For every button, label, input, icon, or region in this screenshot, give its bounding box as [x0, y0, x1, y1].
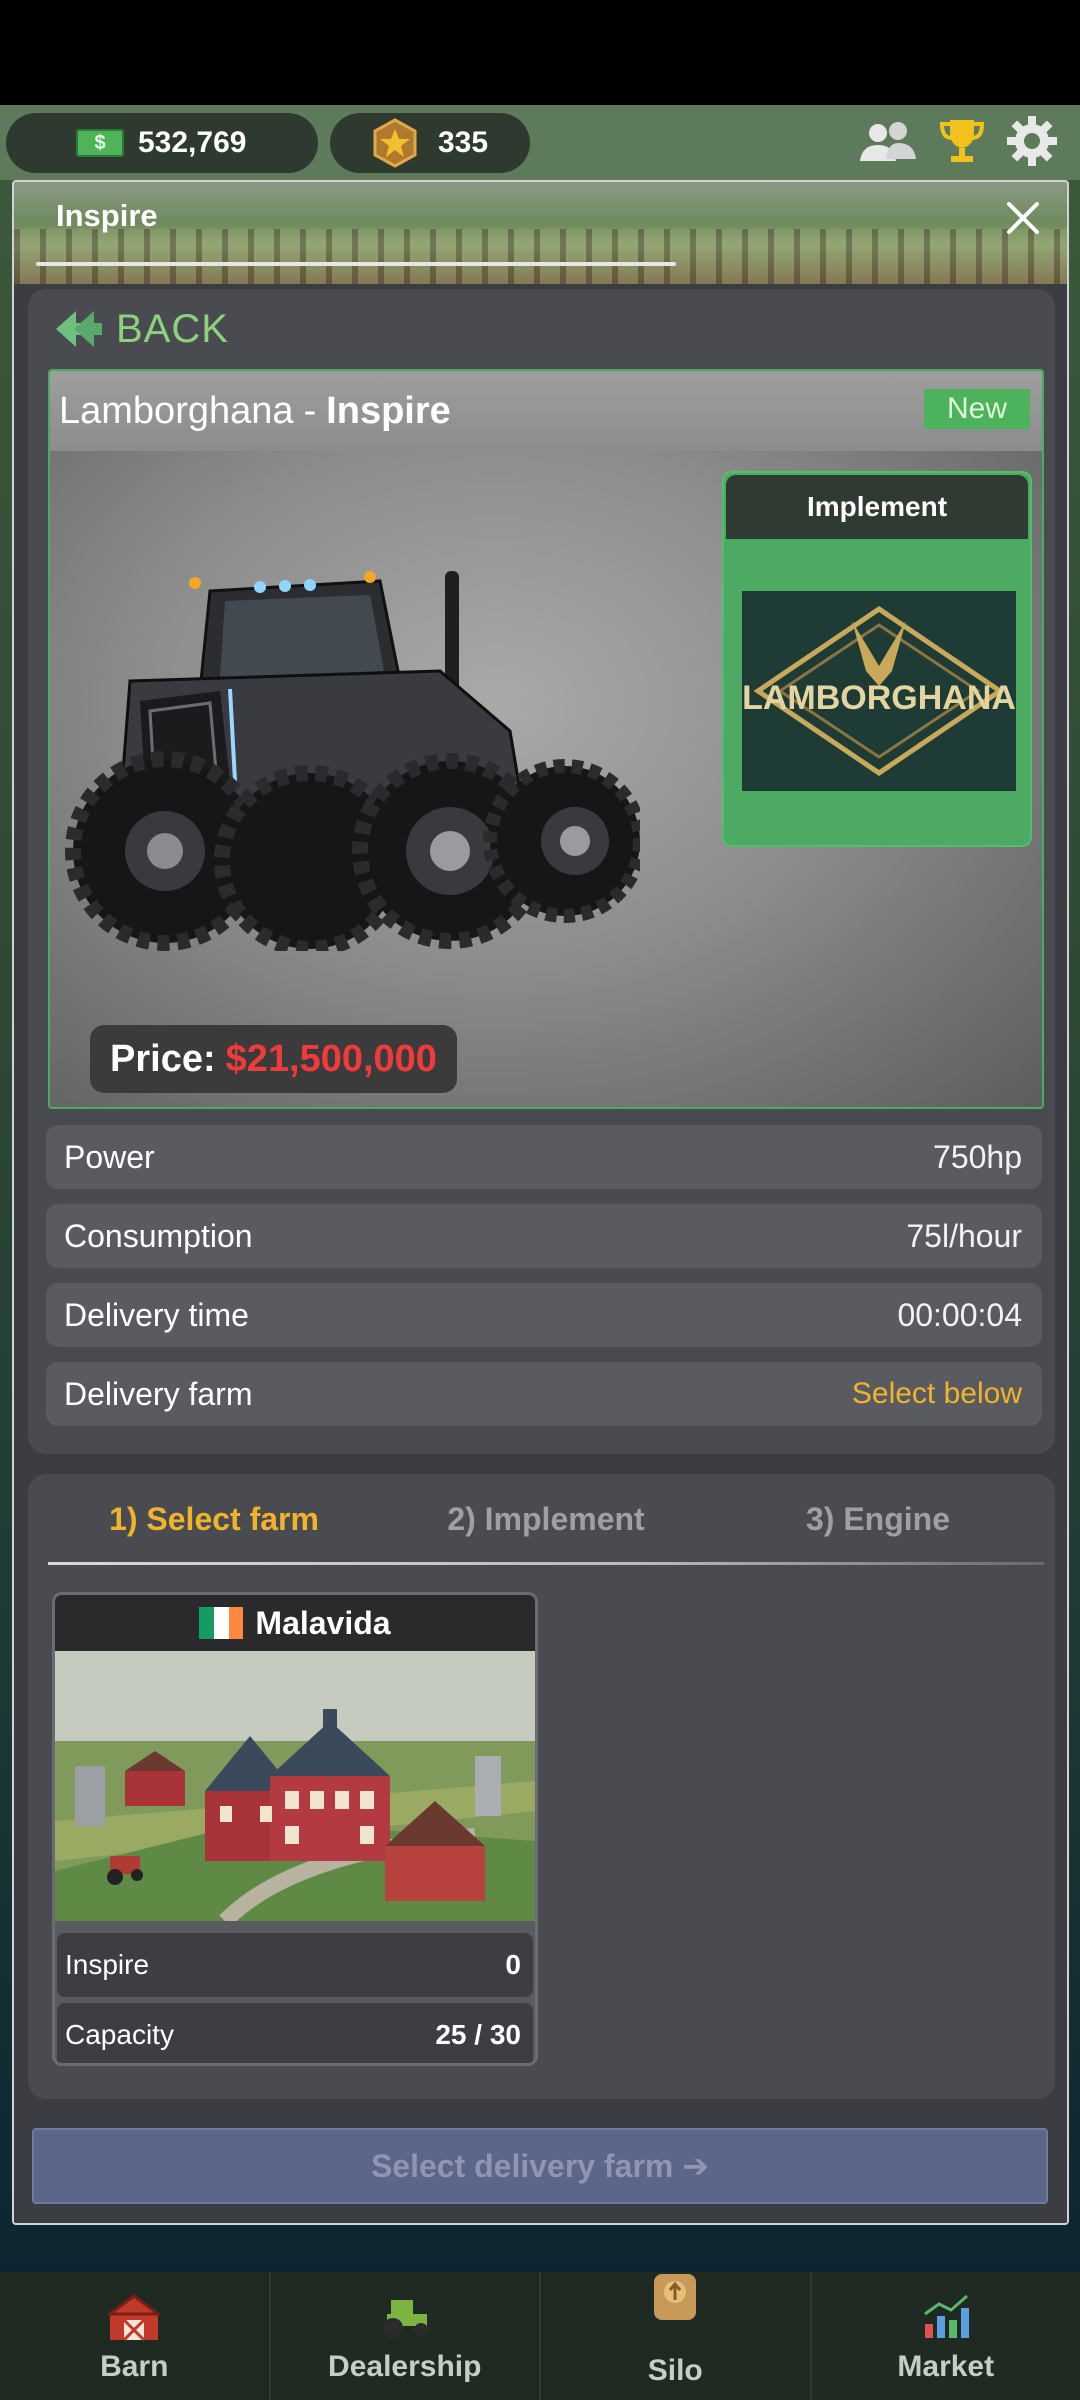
- cash-amount: 532,769: [138, 126, 247, 159]
- modal-title: Inspire: [56, 198, 158, 233]
- price-value: $21,500,000: [225, 1037, 437, 1080]
- barn-icon: [108, 2294, 161, 2342]
- nav-barn[interactable]: Barn: [0, 2272, 271, 2400]
- spec-row-delivery-farm: Delivery farm Select below: [46, 1362, 1042, 1426]
- back-label: BACK: [116, 306, 229, 351]
- tab-implement[interactable]: 2) Implement: [380, 1474, 712, 1564]
- nav-silo[interactable]: Silo: [541, 2272, 812, 2400]
- spec-value: 750hp: [933, 1138, 1022, 1175]
- gear-icon[interactable]: [1006, 115, 1058, 167]
- spec-label: Power: [64, 1138, 155, 1175]
- back-button[interactable]: BACK: [54, 299, 229, 359]
- modal-header: Inspire: [14, 182, 1067, 284]
- star-amount: 335: [438, 126, 489, 159]
- title-underline: [36, 262, 676, 266]
- new-badge: New: [924, 389, 1030, 429]
- step-tabs: 1) Select farm 2) Implement 3) Engine: [48, 1474, 1044, 1564]
- spec-row-power: Power 750hp: [46, 1125, 1042, 1189]
- purchase-steps-card: 1) Select farm 2) Implement 3) Engine Ma…: [28, 1474, 1055, 2099]
- tab-underline: [48, 1562, 1044, 1565]
- farm-row-label: Inspire: [65, 1949, 150, 1980]
- currency-bar: $ 532,769 335: [0, 105, 1080, 180]
- lamborghana-logo: LAMBORGHANA: [742, 591, 1016, 791]
- title-separator: -: [303, 389, 317, 432]
- tractor-icon: [382, 2300, 428, 2338]
- vehicle-detail-card: BACK Lamborghana - Inspire New Implement…: [28, 289, 1055, 1454]
- farm-image: [55, 1651, 535, 1921]
- tab-engine[interactable]: 3) Engine: [712, 1474, 1044, 1564]
- farm-name: Malavida: [255, 1604, 391, 1641]
- farm-row-vehicle-count: Inspire 0: [57, 1933, 533, 1997]
- implement-card[interactable]: Implement LAMBORGHANA: [722, 471, 1032, 847]
- price-label: Price:: [110, 1037, 216, 1080]
- nav-label: Market: [897, 2350, 995, 2383]
- tractor-image: [65, 571, 640, 951]
- farm-header: Malavida: [55, 1595, 535, 1651]
- vehicle-showcase: Lamborghana - Inspire New Implement LAMB…: [48, 369, 1044, 1109]
- nav-market[interactable]: Market: [812, 2272, 1080, 2400]
- bottom-nav: Barn Dealership Silo Market: [0, 2272, 1080, 2400]
- purchase-modal: Inspire BACK Lamborghana - Inspire New I…: [12, 180, 1069, 2225]
- spec-value: Select below: [851, 1377, 1022, 1410]
- spec-label: Delivery time: [64, 1296, 249, 1333]
- vehicle-model: Inspire: [326, 389, 451, 432]
- friends-icon[interactable]: [858, 119, 918, 163]
- market-chart-icon: [923, 2294, 969, 2338]
- star-badge-icon: [373, 118, 417, 168]
- star-counter[interactable]: 335: [330, 113, 530, 173]
- vehicle-brand: Lamborghana: [59, 389, 294, 432]
- price-tag: Price: $21,500,000: [90, 1025, 457, 1093]
- spec-label: Delivery farm: [64, 1375, 253, 1412]
- cash-counter[interactable]: $ 532,769: [6, 113, 318, 173]
- vehicle-title: Lamborghana - Inspire: [50, 371, 1042, 451]
- spec-label: Consumption: [64, 1217, 253, 1254]
- farm-row-label: Capacity: [65, 2019, 174, 2050]
- farm-row-capacity: Capacity 25 / 30: [57, 2003, 533, 2063]
- cta-area: Select delivery farm ➔: [14, 2114, 1067, 2223]
- close-icon[interactable]: [1003, 198, 1043, 238]
- farm-row-value: 25 / 30: [435, 2019, 521, 2050]
- spec-row-consumption: Consumption 75l/hour: [46, 1204, 1042, 1268]
- spec-value: 75l/hour: [906, 1217, 1022, 1254]
- silo-icon: [654, 2274, 697, 2320]
- dollar-bill-icon: $: [76, 129, 124, 157]
- ireland-flag-icon: [199, 1607, 244, 1639]
- implement-label: Implement: [726, 475, 1028, 539]
- nav-label: Barn: [100, 2350, 169, 2383]
- spec-value: 00:00:04: [897, 1296, 1022, 1333]
- trophy-icon[interactable]: [940, 118, 984, 164]
- nav-dealership[interactable]: Dealership: [271, 2272, 541, 2400]
- tab-select-farm[interactable]: 1) Select farm: [48, 1474, 380, 1564]
- farm-card-malavida[interactable]: Malavida Inspire 0 Capacity 25 / 30: [52, 1592, 538, 2066]
- farm-row-value: 0: [505, 1949, 521, 1980]
- svg-text:LAMBORGHANA: LAMBORGHANA: [742, 679, 1016, 717]
- select-delivery-farm-button[interactable]: Select delivery farm ➔: [32, 2128, 1048, 2204]
- double-arrow-left-icon: [56, 311, 102, 347]
- nav-label: Dealership: [328, 2350, 482, 2383]
- nav-label: Silo: [647, 2354, 703, 2387]
- spec-row-delivery-time: Delivery time 00:00:04: [46, 1283, 1042, 1347]
